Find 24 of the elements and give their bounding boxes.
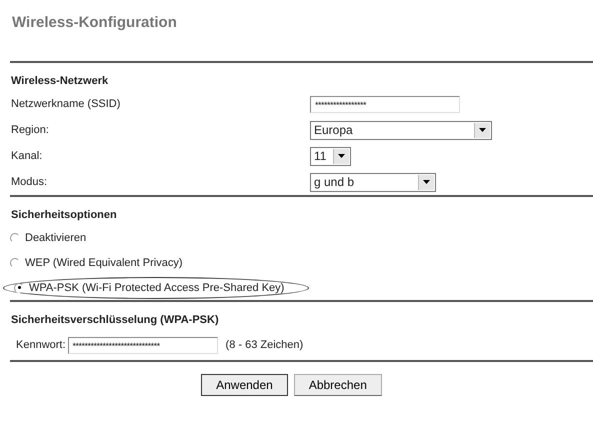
section-heading: Sicherheitsoptionen: [11, 209, 118, 223]
field-label: Kanal:: [10, 150, 44, 162]
field-hint: (8 - 63 Zeichen): [226, 339, 304, 351]
form-button[interactable]: Anwenden: [201, 374, 288, 396]
option-label: WEP (Wired Equivalent Privacy): [25, 256, 183, 268]
dropdown[interactable]: Europa: [310, 120, 492, 140]
field-label: Modus:: [10, 176, 48, 188]
section-heading: Wireless-Netzwerk: [11, 75, 110, 89]
form-button[interactable]: Abbrechen: [294, 374, 382, 396]
password-field[interactable]: *****************************: [68, 336, 218, 354]
option-label: WPA-PSK (Wi-Fi Protected Access Pre-Shared Key): [29, 282, 284, 294]
page-title: Wireless-Konfiguration: [12, 14, 178, 33]
ssid-field[interactable]: *****************: [310, 96, 460, 112]
option-label: Deaktivieren: [25, 232, 86, 244]
field-label: Netzwerkname (SSID): [10, 98, 122, 110]
field-label: Kennwort:: [16, 339, 66, 351]
caret-icon: [423, 180, 430, 184]
dropdown[interactable]: 11: [310, 146, 351, 166]
field-label: Region:: [10, 124, 50, 136]
radio-button[interactable]: [14, 282, 24, 292]
caret-icon: [479, 128, 486, 132]
dropdown[interactable]: g und b: [310, 172, 436, 192]
section-heading: Sicherheitsverschlüsselung (WPA-PSK): [11, 314, 220, 328]
caret-icon: [338, 154, 345, 158]
